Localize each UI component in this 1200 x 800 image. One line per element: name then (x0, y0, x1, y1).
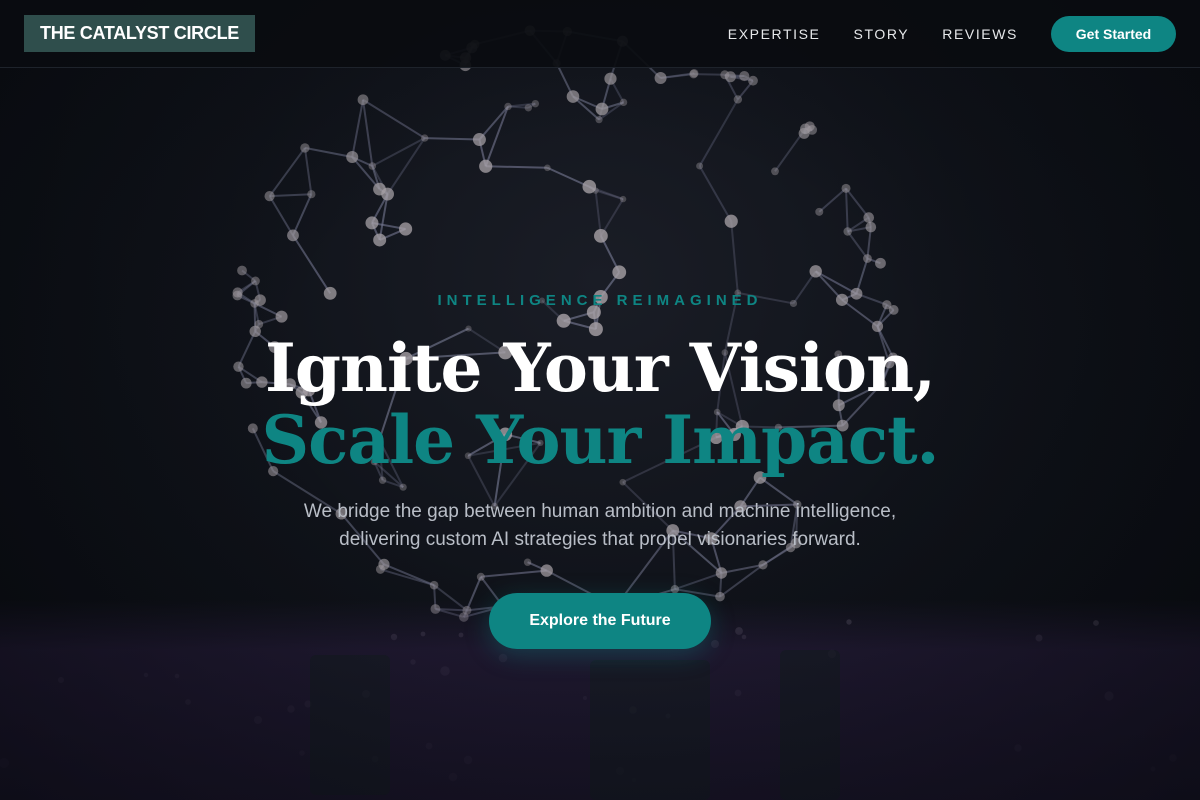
explore-future-button[interactable]: Explore the Future (489, 593, 711, 649)
hero-subtext-line1: We bridge the gap between human ambition… (303, 501, 897, 522)
hero-eyebrow: INTELLIGENCE REIMAGINED (437, 292, 763, 309)
hero-subtext-line2: delivering custom AI strategies that pro… (339, 529, 861, 550)
hero-headline-line1: Ignite Your Vision, (264, 329, 936, 407)
hero-subtext: We bridge the gap between human ambition… (250, 498, 950, 554)
hero-headline-line2: Scale Your Impact. (261, 401, 939, 479)
hero-section: INTELLIGENCE REIMAGINED Ignite Your Visi… (0, 0, 1200, 800)
